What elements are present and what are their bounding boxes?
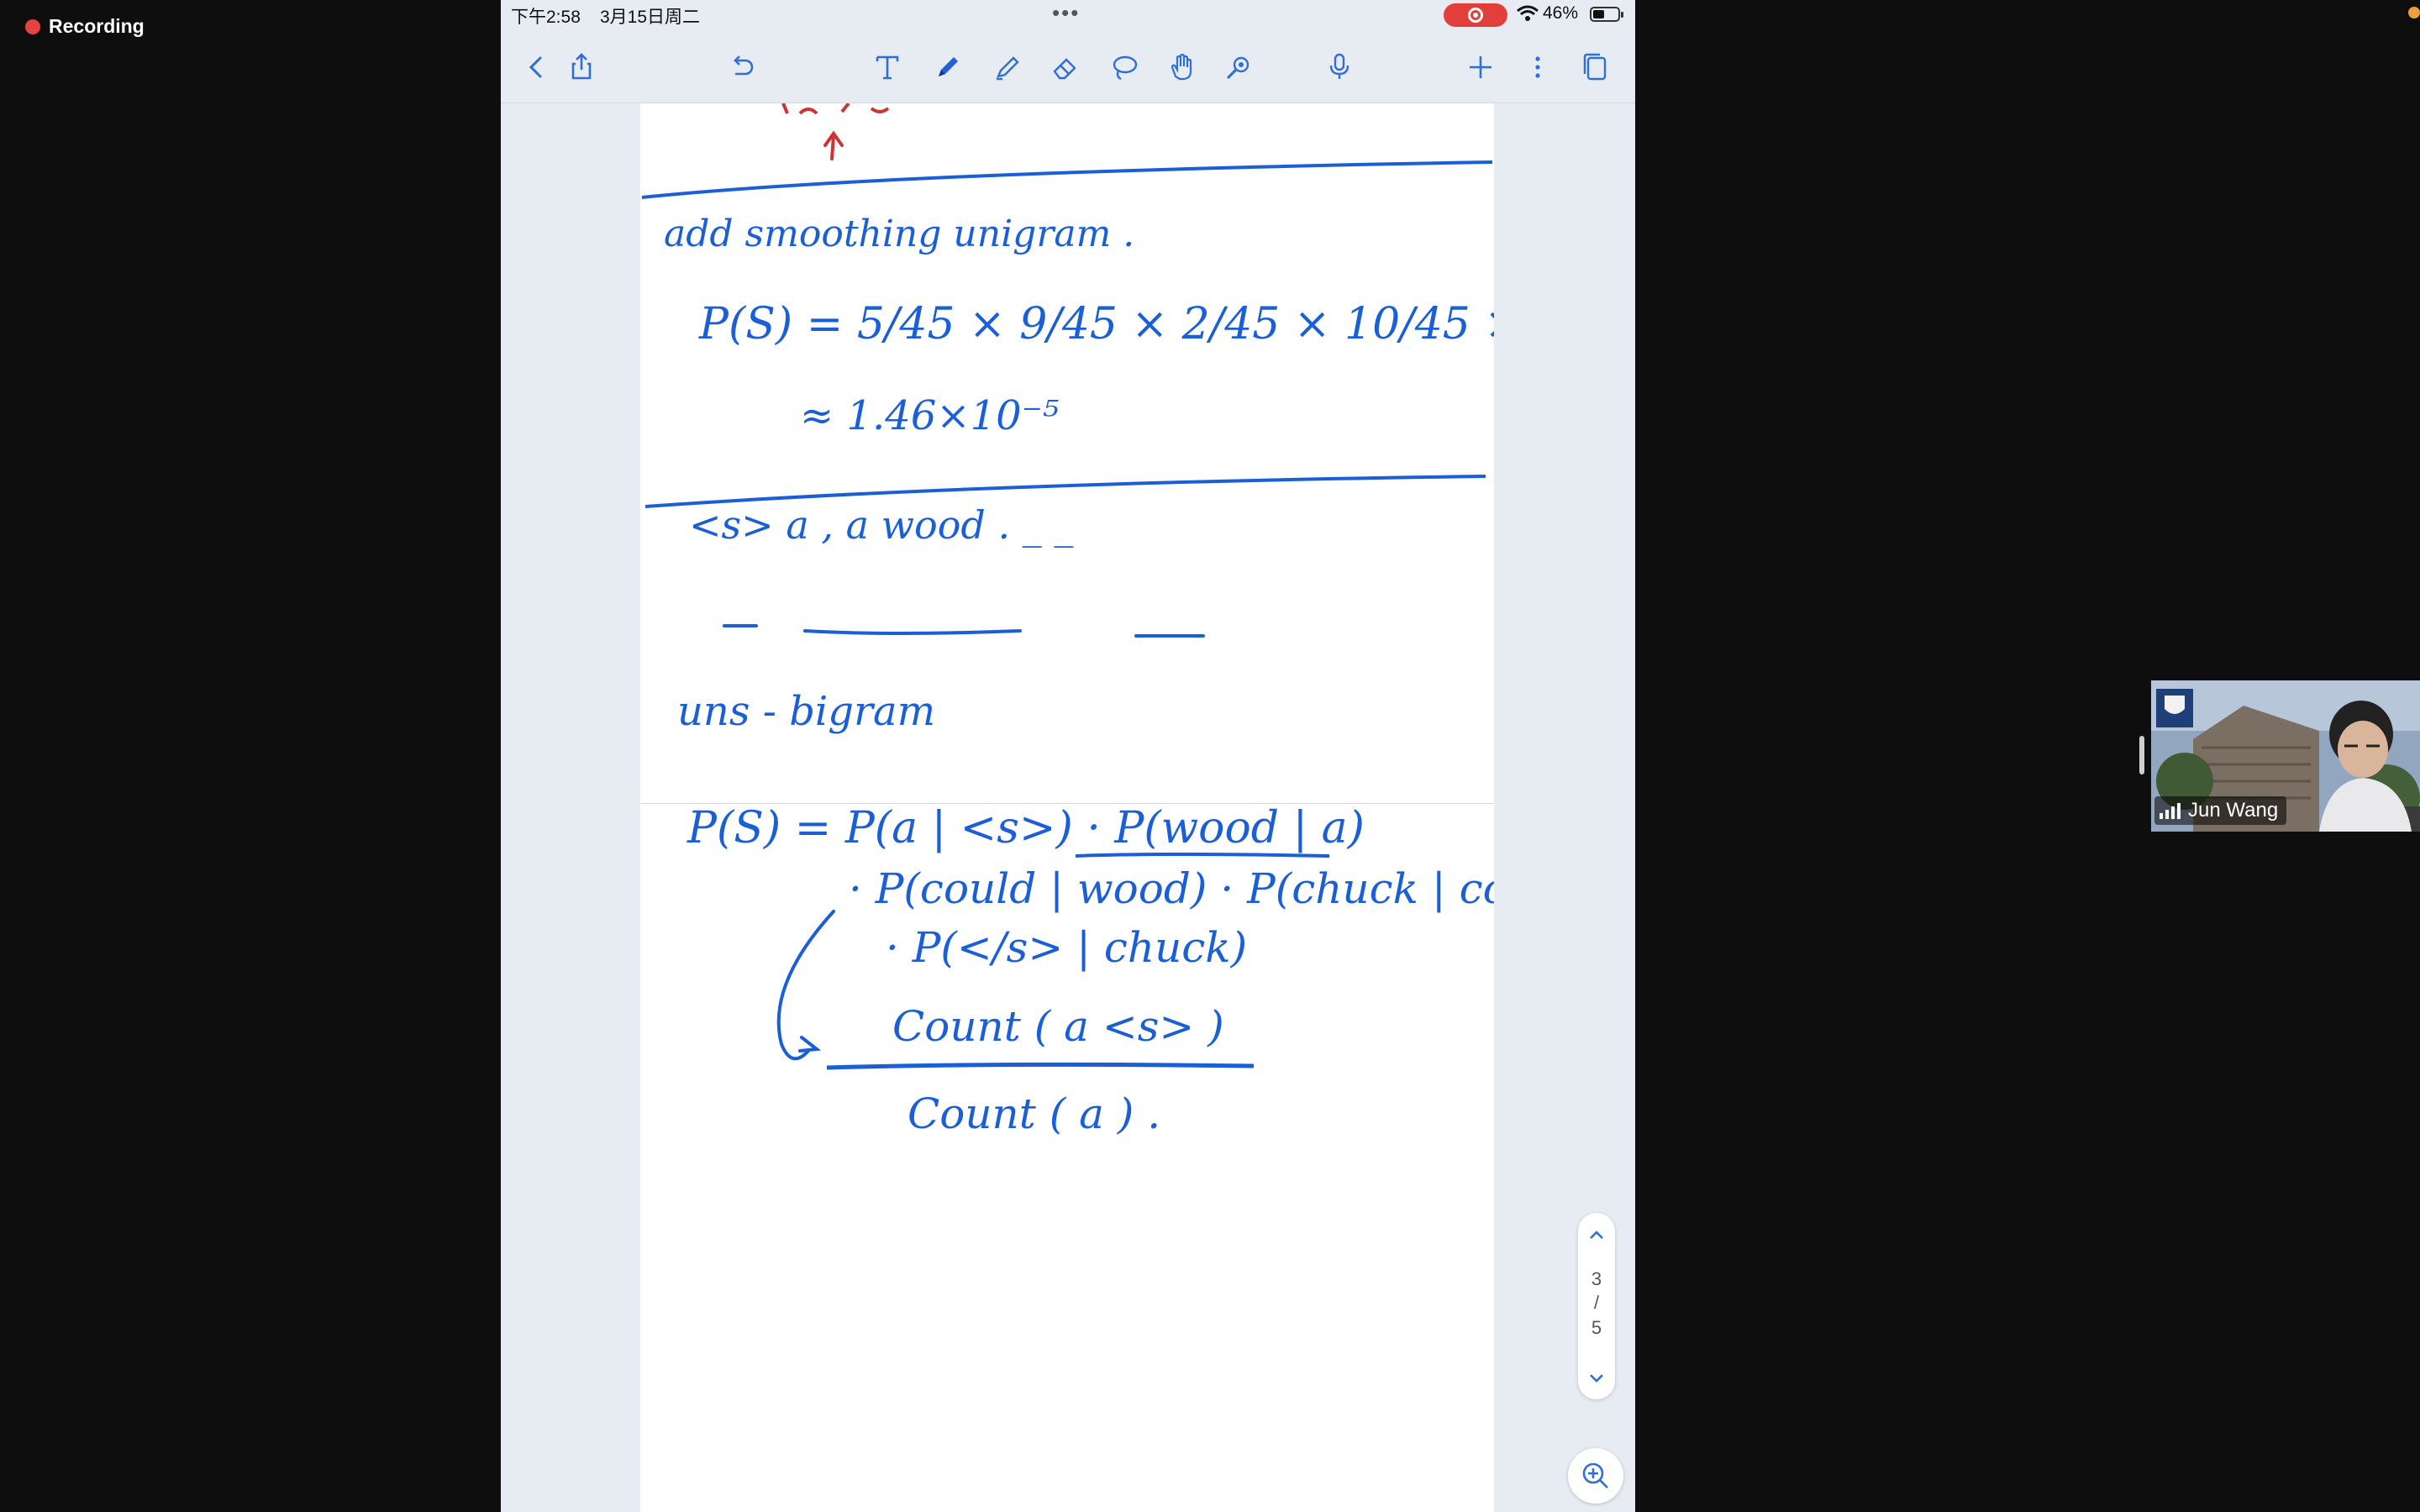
add-button[interactable]: [1462, 49, 1499, 86]
add-icon: [1470, 56, 1491, 78]
status-dot-icon: [2408, 7, 2420, 18]
text-tool-button[interactable]: [869, 49, 906, 86]
status-time: 下午2:58: [511, 8, 581, 27]
page-down-icon[interactable]: [1586, 1368, 1607, 1388]
note-equation-bigram: P(S) = P(a | <s>) · P(wood | a): [687, 803, 1365, 853]
recording-label: Recording: [49, 15, 145, 37]
note-line-sentence: <s> a , a wood . _ _: [689, 502, 1073, 548]
battery-percent: 46%: [1543, 3, 1579, 23]
page-navigator: 3 / 5: [1578, 1213, 1615, 1399]
multitasking-dots-icon[interactable]: •••: [1052, 0, 1080, 26]
back-button[interactable]: [518, 49, 555, 86]
pages-button[interactable]: [1576, 49, 1613, 86]
zoom-in-icon: [1582, 1462, 1608, 1488]
note-equation-bigram-2: · P(could | wood) · P(chuck | could): [849, 864, 1494, 913]
laser-pointer-icon: [1227, 56, 1249, 79]
screen-recording-icon[interactable]: [1444, 3, 1507, 27]
highlighter-tool-icon: [996, 56, 1019, 81]
eraser-tool-button[interactable]: [1047, 49, 1084, 86]
battery-icon: [1590, 7, 1623, 22]
more-icon: [1535, 56, 1540, 78]
status-date: 3月15日周二: [600, 8, 701, 27]
note-page[interactable]: add smoothing unigram . P(S) = 5/45 × 9/…: [640, 103, 1494, 1512]
more-button[interactable]: [1519, 49, 1556, 86]
page-separator: /: [1593, 1292, 1600, 1313]
highlighter-tool-button[interactable]: [988, 49, 1025, 86]
note-equation-approx: ≈ 1.46×10⁻⁵: [800, 392, 1059, 439]
hand-tool-button[interactable]: [1163, 49, 1200, 86]
page-up-icon[interactable]: [1586, 1225, 1607, 1245]
signal-bars-icon: [2160, 803, 2181, 819]
page-current: 3: [1591, 1268, 1602, 1289]
page-total: 5: [1591, 1317, 1602, 1338]
eraser-tool-icon: [1053, 58, 1076, 80]
undo-icon: [734, 55, 754, 76]
participant-name-tag: Jun Wang: [2154, 796, 2287, 825]
participant-name: Jun Wang: [2188, 799, 2279, 822]
undo-button[interactable]: [723, 49, 760, 86]
microphone-icon: [1329, 53, 1349, 79]
text-tool-icon: [876, 55, 899, 80]
note-equation-unigram: P(S) = 5/45 × 9/45 × 2/45 × 10/45 × 3/45: [698, 299, 1494, 349]
wifi-icon: [1517, 5, 1539, 21]
note-fraction-denominator: Count ( a ) .: [908, 1089, 1160, 1138]
handwriting-canvas[interactable]: add smoothing unigram . P(S) = 5/45 × 9/…: [640, 103, 1494, 1512]
lasso-tool-icon: [1113, 55, 1138, 81]
pen-tool-icon: [939, 57, 958, 76]
participant-video[interactable]: Jun Wang: [2151, 680, 2420, 832]
recording-indicator: Recording: [25, 15, 145, 38]
hand-tool-icon: [1171, 53, 1192, 81]
note-fraction-numerator: Count ( a <s> ): [892, 1002, 1224, 1051]
record-dot-icon: [25, 18, 40, 34]
note-line-smoothing: add smoothing unigram .: [664, 213, 1134, 255]
back-icon: [529, 56, 542, 78]
note-equation-bigram-3: · P(</s> | chuck): [886, 923, 1247, 972]
laser-pointer-button[interactable]: [1220, 49, 1257, 86]
note-toolbar: [501, 30, 1635, 103]
page-divider: [640, 803, 1494, 804]
pen-tool-button[interactable]: [929, 49, 966, 86]
zoom-button[interactable]: [1568, 1448, 1623, 1504]
lasso-tool-button[interactable]: [1106, 49, 1143, 86]
ipad-screen: 下午2:58 3月15日周二 ••• 46% add smoothing uni…: [501, 0, 1635, 1512]
note-line-bigram: uns - bigram: [677, 688, 935, 735]
share-button[interactable]: [563, 49, 600, 86]
pages-icon: [1583, 53, 1607, 81]
share-icon: [571, 53, 592, 80]
status-bar: 下午2:58 3月15日周二 ••• 46%: [501, 0, 1635, 30]
microphone-button[interactable]: [1321, 49, 1358, 86]
video-drag-handle[interactable]: [2139, 736, 2144, 774]
